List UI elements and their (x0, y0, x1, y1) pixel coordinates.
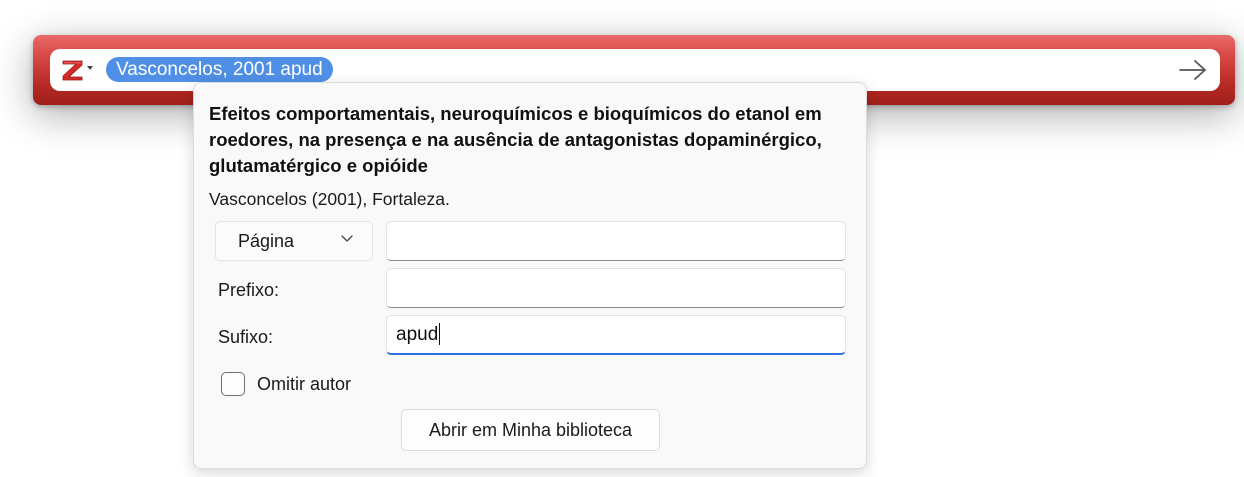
citation-item-popup: Efeitos comportamentais, neuroquímicos e… (193, 82, 867, 469)
prefix-input[interactable] (386, 268, 846, 308)
chevron-down-icon (341, 235, 353, 242)
zotero-menu-button[interactable] (60, 57, 96, 83)
item-title: Efeitos comportamentais, neuroquímicos e… (209, 103, 822, 176)
suffix-input[interactable]: apud (386, 315, 846, 355)
citation-bubble[interactable]: Vasconcelos, 2001 apud (106, 57, 333, 82)
locator-input[interactable] (386, 221, 846, 261)
locator-type-label: Página (238, 231, 295, 251)
locator-type-select[interactable]: Página (215, 221, 373, 261)
text-cursor (439, 322, 441, 345)
citation-dialog-screen: Vasconcelos, 2001 apud Efeitos comportam… (0, 0, 1244, 477)
suppress-author-checkbox[interactable] (221, 372, 245, 396)
chevron-down-icon (87, 66, 93, 70)
open-in-library-button[interactable]: Abrir em Minha biblioteca (401, 409, 660, 451)
arrow-right-icon[interactable] (1178, 58, 1208, 82)
suffix-label: Sufixo: (218, 327, 274, 347)
suffix-input-value: apud (396, 324, 439, 345)
zotero-z-icon (62, 60, 83, 81)
prefix-label: Prefixo: (218, 280, 280, 300)
item-description: Vasconcelos (2001), Fortaleza. (209, 189, 450, 209)
suppress-author-label[interactable]: Omitir autor (257, 373, 351, 395)
